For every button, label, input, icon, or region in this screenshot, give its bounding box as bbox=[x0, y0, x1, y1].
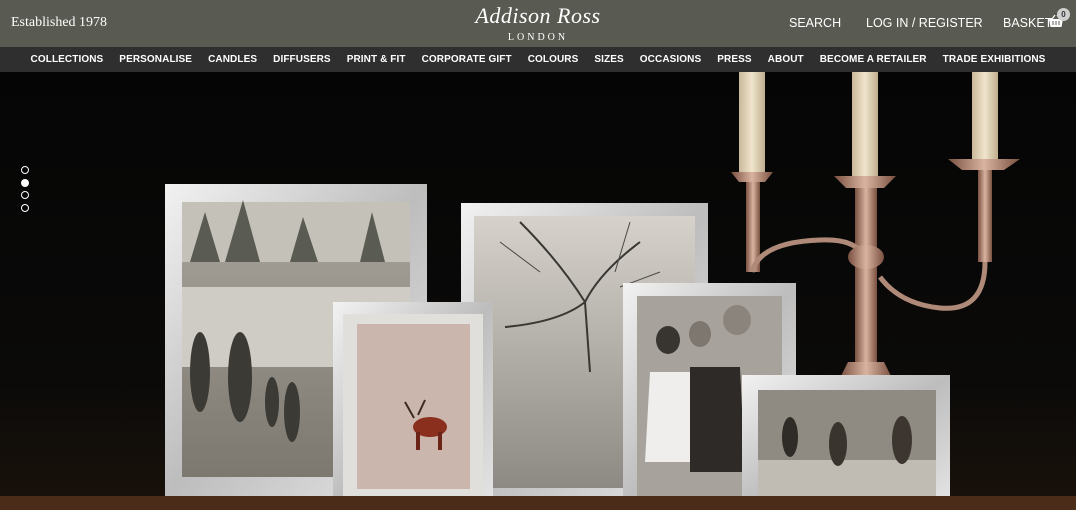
hero-image bbox=[0, 72, 1076, 510]
nav-item-press[interactable]: PRESS bbox=[717, 54, 751, 65]
photo-frame-stag bbox=[333, 302, 493, 510]
nav-item-diffusers[interactable]: DIFFUSERS bbox=[273, 54, 331, 65]
nav-item-become-retailer[interactable]: BECOME A RETAILER bbox=[820, 54, 927, 65]
nav-item-candles[interactable]: CANDLES bbox=[208, 54, 257, 65]
logo-wordmark: Addison Ross bbox=[475, 3, 601, 28]
logo[interactable]: Addison Ross LONDON bbox=[460, 3, 616, 44]
main-nav: COLLECTIONS PERSONALISE CANDLES DIFFUSER… bbox=[0, 47, 1076, 72]
nav-item-about[interactable]: ABOUT bbox=[768, 54, 804, 65]
nav-item-personalise[interactable]: PERSONALISE bbox=[119, 54, 192, 65]
basket-count-badge: 0 bbox=[1057, 8, 1070, 21]
nav-item-corporate-gift[interactable]: CORPORATE GIFT bbox=[422, 54, 512, 65]
top-bar: Established 1978 Addison Ross LONDON SEA… bbox=[0, 0, 1076, 47]
login-register-link[interactable]: LOG IN / REGISTER bbox=[866, 16, 983, 30]
nav-item-collections[interactable]: COLLECTIONS bbox=[31, 54, 104, 65]
nav-item-colours[interactable]: COLOURS bbox=[528, 54, 579, 65]
logo-subtitle: LONDON bbox=[507, 32, 569, 43]
photo-frame-swimmers bbox=[742, 375, 950, 510]
established-text: Established 1978 bbox=[11, 15, 108, 30]
hero-slider[interactable] bbox=[0, 72, 1076, 510]
nav-item-sizes[interactable]: SIZES bbox=[594, 54, 623, 65]
nav-item-occasions[interactable]: OCCASIONS bbox=[640, 54, 701, 65]
nav-item-print-fit[interactable]: PRINT & FIT bbox=[347, 54, 406, 65]
search-link[interactable]: SEARCH bbox=[789, 16, 841, 30]
basket-link[interactable]: BASKET bbox=[1003, 16, 1052, 30]
nav-item-trade-exhibitions[interactable]: TRADE EXHIBITIONS bbox=[943, 54, 1046, 65]
